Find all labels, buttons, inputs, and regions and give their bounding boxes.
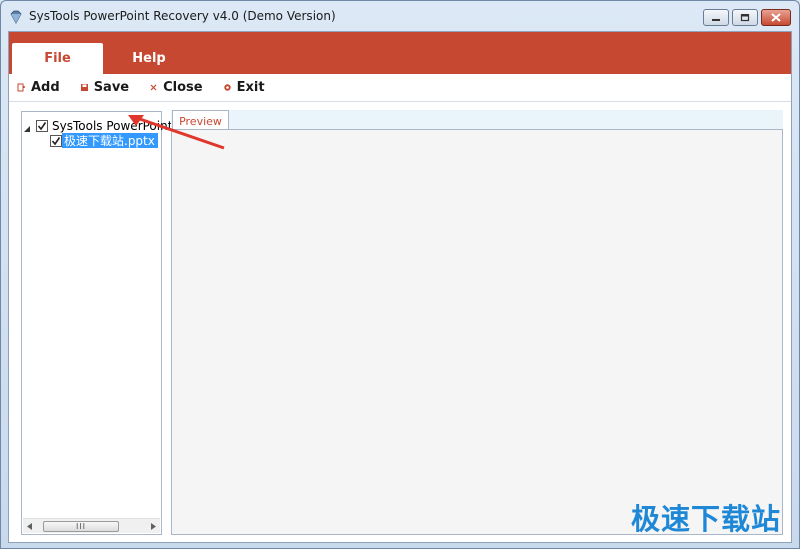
exit-icon	[223, 83, 232, 92]
scroll-thumb[interactable]: III	[43, 520, 119, 532]
toolbar: Add Save Close Exit	[9, 74, 791, 102]
app-diamond-icon	[9, 9, 23, 24]
scroll-left-button[interactable]	[23, 519, 37, 534]
tree-expanded-icon[interactable]	[24, 122, 32, 132]
ribbon-bar: File Help	[9, 32, 791, 74]
tab-preview[interactable]: Preview	[172, 110, 229, 131]
tab-help[interactable]: Help	[107, 43, 191, 74]
save-label: Save	[93, 80, 130, 95]
floppy-disk-icon	[80, 83, 89, 92]
tab-file[interactable]: File	[12, 43, 103, 74]
minimize-button[interactable]	[703, 9, 729, 26]
watermark-text: 极速下载站	[630, 502, 781, 536]
child-checkbox[interactable]	[50, 134, 62, 147]
close-button[interactable]: Close	[149, 77, 203, 99]
close-icon	[771, 13, 781, 22]
scroll-grip: III	[75, 521, 87, 531]
preview-tabstrip: Preview	[171, 110, 783, 131]
preview-pane	[171, 129, 783, 535]
minimize-icon	[712, 18, 720, 21]
maximize-button[interactable]	[732, 9, 758, 26]
tree-root-label: SysTools PowerPoint	[52, 118, 173, 133]
add-file-icon	[17, 83, 26, 92]
title-bar: SysTools PowerPoint Recovery v4.0 (Demo …	[1, 1, 799, 31]
arrow-left-icon	[27, 522, 32, 530]
file-tree-panel[interactable]: SysTools PowerPoint 极速下载站.pptx III	[21, 111, 172, 535]
root-checkbox[interactable]	[36, 119, 48, 132]
tree-child-label: 极速下载站.pptx	[62, 133, 158, 148]
exit-label: Exit	[236, 80, 265, 95]
client-area: File Help Add Save Close Exit SysTools P…	[8, 31, 792, 543]
tree-root-node[interactable]: SysTools PowerPoint	[22, 118, 172, 133]
window-title: SysTools PowerPoint Recovery v4.0 (Demo …	[29, 9, 336, 23]
arrow-right-icon	[151, 522, 156, 530]
tree-horizontal-scrollbar[interactable]: III	[23, 518, 160, 533]
checkmark-icon	[51, 136, 61, 145]
app-window: SysTools PowerPoint Recovery v4.0 (Demo …	[0, 0, 800, 549]
window-controls	[703, 9, 791, 26]
maximize-icon	[740, 13, 750, 21]
close-label: Close	[163, 80, 203, 95]
close-window-button[interactable]	[761, 9, 791, 26]
add-button[interactable]: Add	[17, 77, 60, 99]
tree-child-node[interactable]: 极速下载站.pptx	[50, 133, 158, 148]
save-button[interactable]: Save	[80, 77, 129, 99]
checkmark-icon	[37, 121, 47, 130]
close-x-icon	[149, 83, 158, 92]
add-label: Add	[31, 80, 60, 95]
exit-button[interactable]: Exit	[223, 77, 265, 99]
scroll-right-button[interactable]	[146, 519, 160, 534]
